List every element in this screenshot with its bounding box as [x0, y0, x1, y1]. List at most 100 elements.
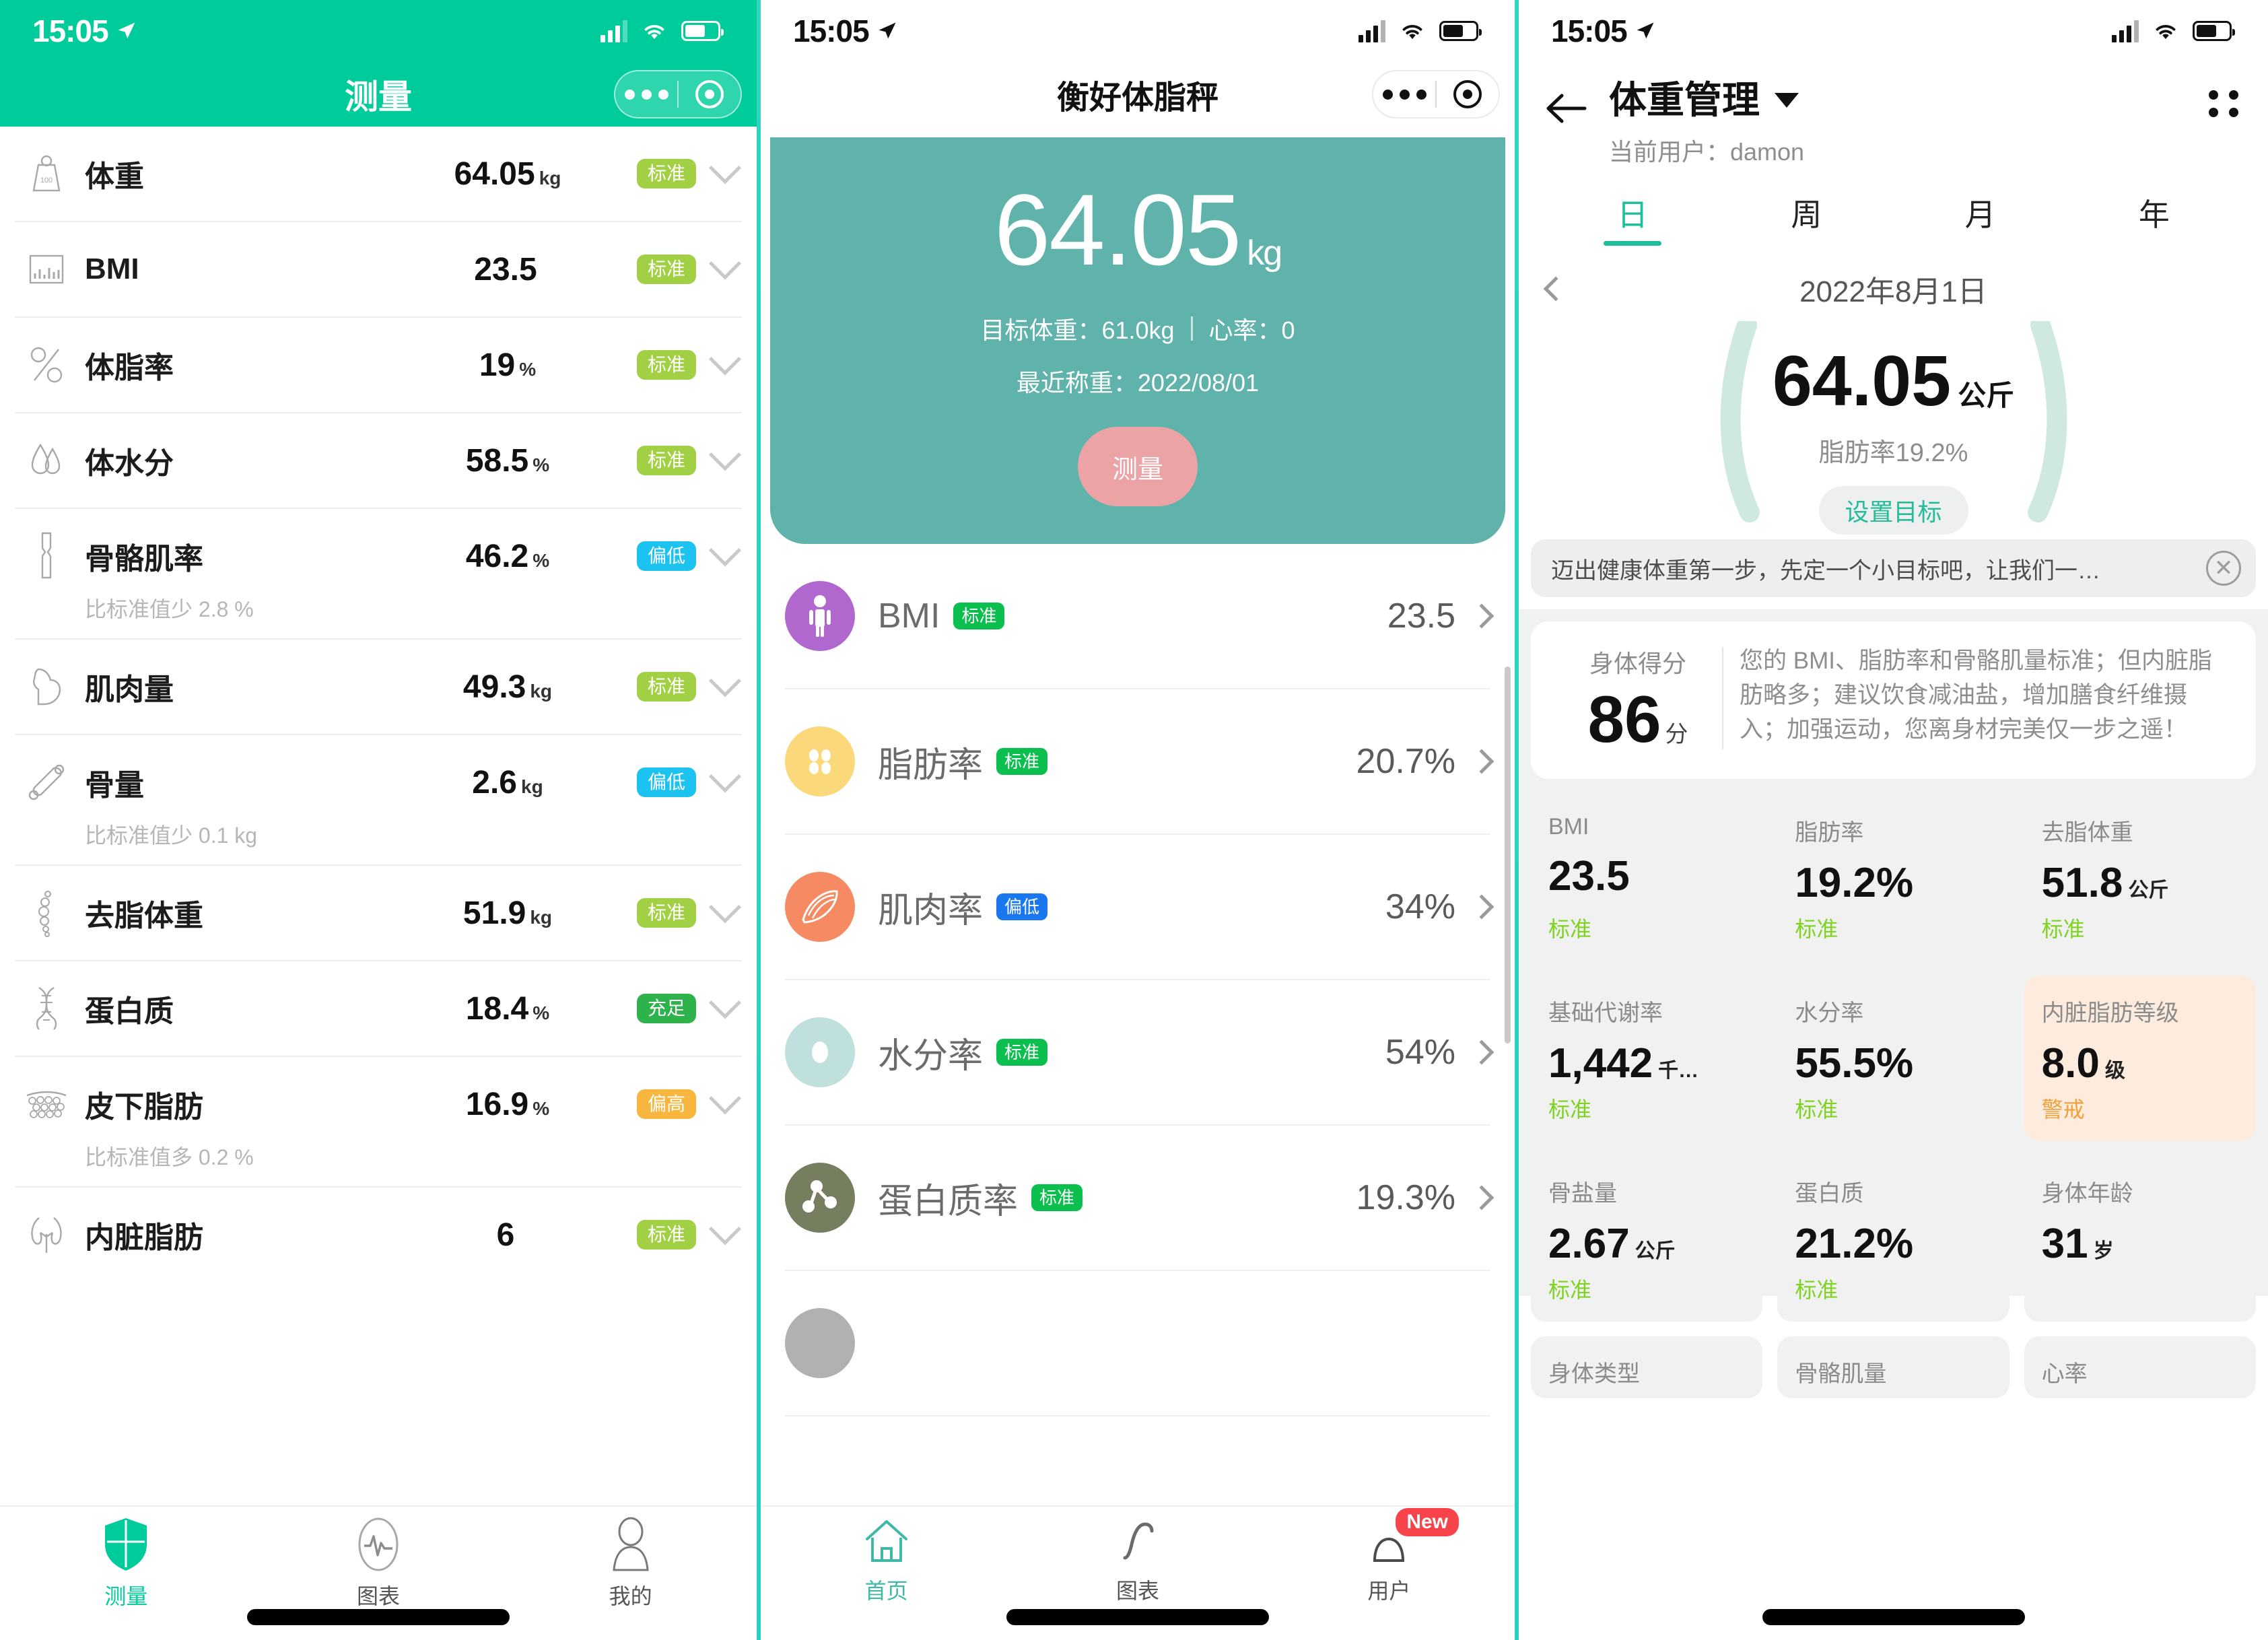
more-dots-icon[interactable]	[1373, 89, 1435, 100]
list-item[interactable]: 体水分 58.5 % 标准	[15, 413, 742, 509]
home-indicator[interactable]	[1006, 1609, 1269, 1625]
chevron-down-icon[interactable]	[708, 343, 742, 376]
metric-card[interactable]: 脂肪率 19.2% 标准	[1777, 795, 2009, 961]
tab-home[interactable]: 首页	[761, 1516, 1012, 1605]
more-dots-icon[interactable]	[615, 89, 677, 100]
status-badge: 偏低	[636, 541, 696, 571]
chevron-down-icon[interactable]	[708, 664, 742, 697]
list-item-value: 18.4	[465, 990, 529, 1027]
tip-banner[interactable]: 迈出健康体重第一步，先定一个小目标吧，让我们一… ✕	[1531, 539, 2256, 597]
home-indicator[interactable]	[247, 1609, 510, 1625]
list-item[interactable]: 脂肪率 标准 20.7%	[785, 689, 1494, 835]
metric-card[interactable]: 身体年龄 31 岁	[2024, 1156, 2256, 1322]
grid-menu-icon[interactable]	[2209, 90, 2238, 117]
metric-card[interactable]: 基础代谢率 1,442 千… 标准	[1531, 976, 1763, 1141]
battery-icon	[1439, 21, 1482, 41]
body-score-value: 86	[1587, 682, 1661, 756]
tab-measure[interactable]: 测量	[0, 1516, 252, 1610]
chevron-down-icon[interactable]	[1775, 92, 1799, 108]
chevron-right-icon[interactable]	[1469, 1039, 1494, 1065]
chevron-down-icon[interactable]	[708, 1212, 742, 1245]
list-item[interactable]: 骨骼肌率 46.2 % 偏低 比标准值少 2.8 %	[15, 509, 742, 640]
metric-title: 蛋白质	[1795, 1181, 1864, 1206]
metric-value-group: 31 岁	[2042, 1220, 2238, 1268]
list-item[interactable]: 骨量 2.6 kg 偏低 比标准值少 0.1 kg	[15, 735, 742, 866]
chevron-down-icon[interactable]	[708, 151, 742, 184]
metrics-grid-partial: 身体类型 骨骼肌量 心率	[1531, 1336, 2256, 1398]
measure-button[interactable]: 测量	[1078, 427, 1198, 506]
chevron-right-icon[interactable]	[1469, 603, 1494, 629]
tab-charts[interactable]: 图表	[1012, 1516, 1263, 1605]
tab-year[interactable]: 年	[2067, 191, 2241, 246]
dna-icon	[20, 985, 73, 1032]
close-circle-icon[interactable]: ✕	[2206, 551, 2241, 586]
list-item-label: 水分率	[878, 1036, 984, 1076]
chevron-down-icon[interactable]	[708, 1082, 742, 1115]
target-circle-icon[interactable]	[679, 80, 741, 108]
metric-value-group: 8.0 级	[2042, 1039, 2238, 1087]
chevron-right-icon[interactable]	[1469, 749, 1494, 774]
metric-card[interactable]: 骨盐量 2.67 公斤 标准	[1531, 1156, 1763, 1322]
list-item[interactable]: 内脏脂肪 6 标准	[15, 1188, 742, 1282]
chevron-down-icon[interactable]	[708, 986, 742, 1019]
metrics-body: 身体得分 86 分 您的 BMI、脂肪率和骨骼肌量标准；但内脏脂肪略多；建议饮食…	[1519, 609, 2268, 1398]
list-item-value-group: 23.5	[407, 251, 609, 288]
list-item[interactable]: 水分率 标准 54%	[785, 980, 1494, 1126]
home-icon	[865, 1520, 907, 1562]
body-score-unit: 分	[1665, 722, 1688, 747]
set-goal-button[interactable]: 设置目标	[1818, 486, 1968, 535]
list-item[interactable]: 去脂体重 51.9 kg 标准	[15, 866, 742, 961]
organs-icon	[20, 1214, 73, 1256]
tab-label: 用户	[1367, 1579, 1411, 1603]
list-item[interactable]: 体脂率 19 % 标准	[15, 318, 742, 413]
metric-card[interactable]: 蛋白质 21.2% 标准	[1777, 1156, 2009, 1322]
metric-card[interactable]: 去脂体重 51.8 公斤 标准	[2024, 795, 2256, 961]
list-item-label: 骨骼肌率	[85, 543, 203, 576]
chevron-right-icon[interactable]	[1469, 1185, 1494, 1210]
metric-card[interactable]: 心率	[2024, 1336, 2256, 1398]
home-indicator[interactable]	[1762, 1609, 2025, 1625]
tab-month[interactable]: 月	[1894, 191, 2067, 246]
scrollbar[interactable]	[1505, 667, 1511, 1044]
tab-user[interactable]: New 用户	[1264, 1508, 1515, 1605]
chevron-down-icon[interactable]	[708, 247, 742, 280]
metric-card[interactable]: 内脏脂肪等级 8.0 级 警戒	[2024, 976, 2256, 1141]
chevron-down-icon[interactable]	[708, 534, 742, 567]
metric-card[interactable]: BMI 23.5 标准	[1531, 795, 1763, 961]
metric-title: 基础代谢率	[1548, 1000, 1663, 1026]
metric-card[interactable]: 身体类型	[1531, 1336, 1763, 1398]
tab-day[interactable]: 日	[1546, 191, 1719, 246]
list-item-main: 蛋白质 18.4 % 充足	[20, 976, 742, 1041]
page-title-row[interactable]: 体重管理	[1609, 70, 1804, 125]
tab-week[interactable]: 周	[1719, 191, 1893, 246]
list-item[interactable]: BMI 标准 23.5	[785, 544, 1494, 689]
target-circle-icon[interactable]	[1437, 80, 1499, 108]
panel-measurement-list: 15:05 测量 100 体重 64.05 kg 标准 BMI 23.5 标准 …	[0, 0, 757, 1640]
tab-charts[interactable]: 图表	[252, 1516, 505, 1610]
chevron-down-icon[interactable]	[708, 438, 742, 471]
back-arrow-icon[interactable]	[1542, 83, 1591, 133]
status-time: 15:05	[32, 13, 109, 48]
list-item[interactable]: 肌肉量 49.3 kg 标准	[15, 640, 742, 735]
gauge-unit: 公斤	[1958, 380, 2015, 411]
miniprogram-capsule[interactable]	[1372, 70, 1500, 118]
list-item[interactable]: BMI 23.5 标准	[15, 222, 742, 318]
list-item[interactable]: 皮下脂肪 16.9 % 偏高 比标准值多 0.2 %	[15, 1057, 742, 1188]
miniprogram-capsule[interactable]	[614, 70, 742, 118]
metric-card[interactable]: 水分率 55.5% 标准	[1777, 976, 2009, 1141]
list-item[interactable]: 肌肉率 偏低 34%	[785, 835, 1494, 980]
chevron-down-icon[interactable]	[708, 760, 742, 793]
date-navigator: 2022年8月1日	[1519, 261, 2268, 317]
list-item-value: 19	[479, 347, 516, 383]
chevron-right-icon[interactable]	[1469, 894, 1494, 920]
tab-mine[interactable]: 我的	[504, 1516, 757, 1610]
list-item[interactable]: 100 体重 64.05 kg 标准	[15, 127, 742, 222]
chevron-down-icon[interactable]	[708, 891, 742, 924]
chevron-left-icon[interactable]	[1543, 276, 1569, 302]
list-item-partial[interactable]	[785, 1271, 1490, 1416]
list-item[interactable]: 蛋白质率 标准 19.3%	[785, 1126, 1494, 1271]
list-item-main: BMI 23.5 标准	[20, 237, 742, 302]
list-item-unit: kg	[530, 906, 553, 928]
list-item[interactable]: 蛋白质 18.4 % 充足	[15, 961, 742, 1057]
metric-card[interactable]: 骨骼肌量	[1777, 1336, 2009, 1398]
